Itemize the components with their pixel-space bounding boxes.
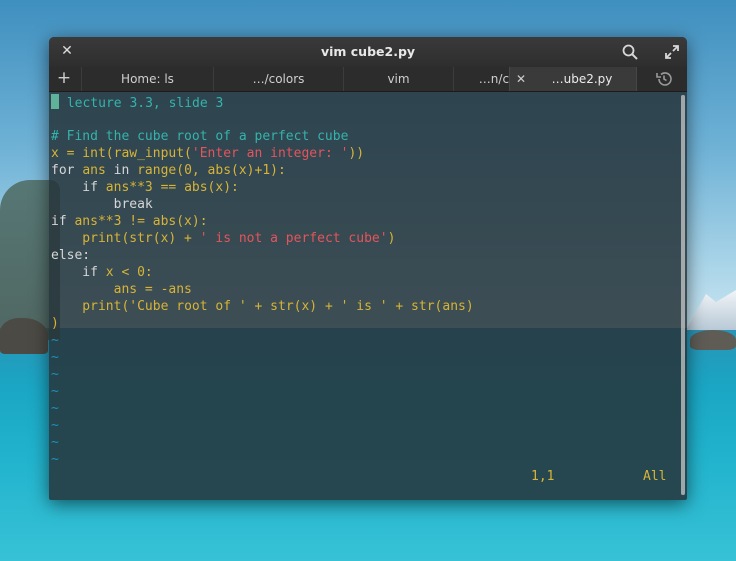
code-line-4: x = int(raw_input('Enter an integer: ')) (51, 146, 365, 161)
search-icon[interactable] (621, 43, 639, 61)
empty-line-marker: ~ (51, 333, 59, 348)
code-line-11: if x < 0: (51, 265, 153, 280)
fullscreen-icon[interactable] (663, 43, 681, 61)
code-line-14: ) (51, 316, 59, 331)
code-line-3: # Find the cube root of a perfect cube (51, 129, 349, 144)
empty-line-marker: ~ (51, 418, 59, 433)
empty-line-marker: ~ (51, 367, 59, 382)
tab-close-icon[interactable]: ✕ (516, 67, 526, 91)
code-line-8: if ans**3 != abs(x): (51, 214, 208, 229)
terminal-output[interactable]: lecture 3.3, slide 3 # Find the cube roo… (49, 92, 679, 500)
code-line-7: break (51, 197, 153, 212)
empty-line-marker: ~ (51, 435, 59, 450)
terminal-window: ✕ vim cube2.py + Home: ls …/colors vim …… (49, 37, 687, 500)
text-cursor (51, 94, 59, 109)
code-line-10: else: (51, 248, 91, 263)
tab-label: vim (387, 72, 410, 86)
titlebar: ✕ vim cube2.py (49, 37, 687, 68)
empty-line-marker: ~ (51, 401, 59, 416)
tab-label: …/colors (252, 72, 305, 86)
wallpaper-rock-left (0, 318, 48, 354)
tab-home-ls[interactable]: Home: ls (81, 67, 213, 91)
cursor-position: 1,1 (531, 469, 555, 484)
tab-colors[interactable]: …/colors (213, 67, 343, 91)
tab-vim[interactable]: vim (343, 67, 453, 91)
code-line-12: ans = -ans (51, 282, 192, 297)
empty-line-marker: ~ (51, 350, 59, 365)
scroll-indicator: All (643, 469, 667, 484)
tab-label: Home: ls (121, 72, 174, 86)
empty-line-marker: ~ (51, 452, 59, 467)
code-line-9: print(str(x) + ' is not a perfect cube') (51, 231, 396, 246)
tab-label: …ube2.py (551, 72, 613, 86)
history-icon[interactable] (655, 70, 673, 88)
tab-bar: + Home: ls …/colors vim …n/cc.py ✕ …ube2… (49, 67, 687, 92)
wallpaper-rock-right (690, 330, 736, 350)
code-line-5: for ans in range(0, abs(x)+1): (51, 163, 286, 178)
code-line-6: if ans**3 == abs(x): (51, 180, 239, 195)
tab-cube2-py[interactable]: ✕ …ube2.py (509, 67, 637, 91)
empty-line-marker: ~ (51, 384, 59, 399)
code-line-1: lecture 3.3, slide 3 (51, 94, 223, 112)
code-line-13: print('Cube root of ' + str(x) + ' is ' … (51, 299, 474, 314)
window-title: vim cube2.py (320, 44, 416, 59)
scrollbar-thumb[interactable] (681, 95, 685, 495)
plus-icon[interactable]: + (53, 67, 75, 91)
